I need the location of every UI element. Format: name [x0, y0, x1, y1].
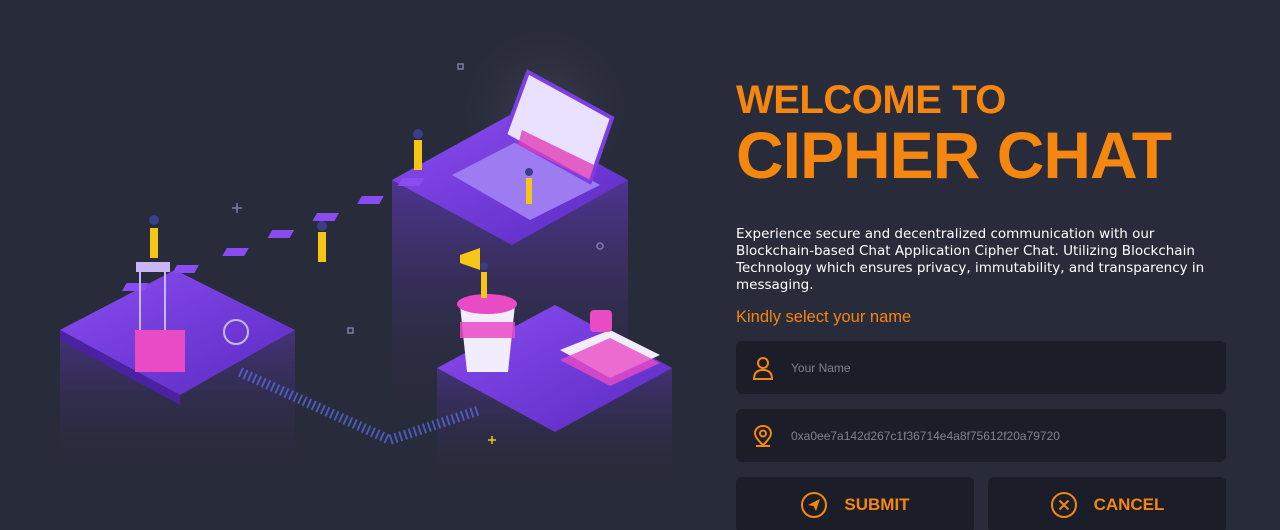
isometric-blockchain-illustration	[60, 15, 672, 490]
hero-illustration	[0, 0, 720, 530]
app-description: Experience secure and decentralized comm…	[736, 226, 1205, 293]
location-pin-icon	[752, 423, 774, 449]
address-input[interactable]	[791, 428, 1211, 443]
welcome-panel: WELCOME TO CIPHER CHAT Experience secure…	[736, 78, 1236, 530]
action-buttons: SUBMIT CANCEL	[736, 477, 1226, 530]
submit-label: SUBMIT	[844, 495, 910, 514]
user-icon	[752, 355, 774, 381]
address-field[interactable]	[736, 409, 1226, 462]
close-circle-icon	[1050, 491, 1078, 519]
select-name-prompt: Kindly select your name	[736, 308, 912, 326]
name-input[interactable]	[791, 360, 1211, 375]
submit-button[interactable]: SUBMIT	[736, 477, 974, 530]
send-icon	[800, 491, 828, 519]
name-field[interactable]	[736, 341, 1226, 394]
cancel-button[interactable]: CANCEL	[988, 477, 1226, 530]
welcome-heading-line2: CIPHER CHAT	[736, 118, 1172, 192]
cancel-label: CANCEL	[1093, 495, 1165, 514]
welcome-heading-line1: WELCOME TO	[736, 78, 1006, 122]
